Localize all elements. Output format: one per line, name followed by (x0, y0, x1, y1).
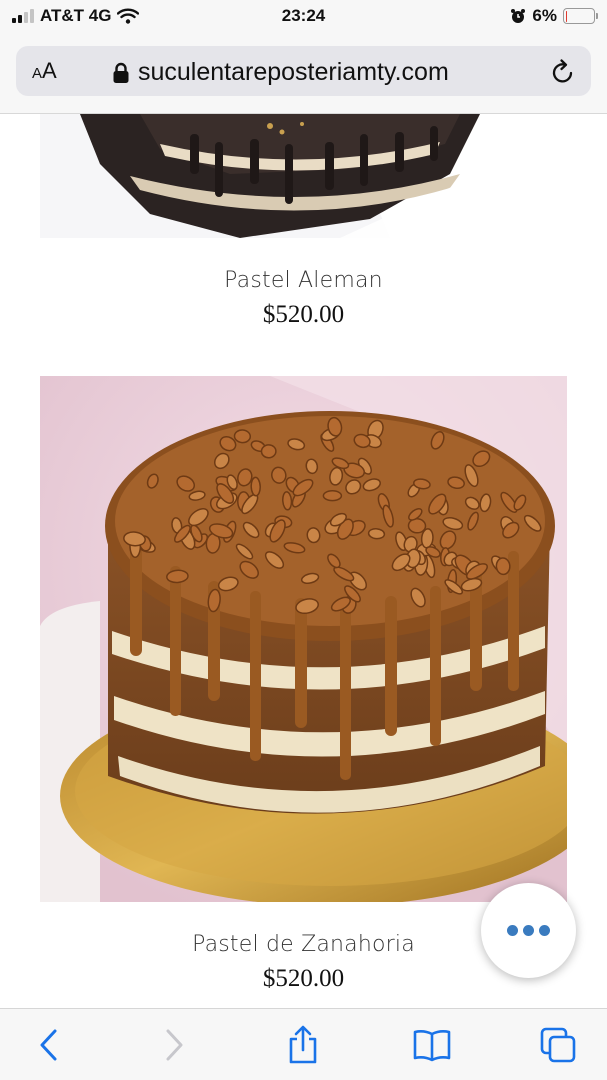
battery-level-fill (565, 10, 568, 22)
alarm-icon (511, 9, 526, 23)
more-dots-icon (507, 925, 518, 936)
pecan-decoration (322, 490, 343, 502)
product-price: $520.00 (262, 301, 345, 328)
forward-button[interactable] (152, 1023, 196, 1067)
chocolate-cake-image (40, 114, 567, 238)
lock-icon (113, 62, 129, 83)
pecan-decoration (367, 528, 386, 540)
battery-percent: 6% (532, 6, 557, 25)
product-card[interactable]: Pastel de Zanahoria $520.00 (40, 376, 567, 993)
pecan-decoration (260, 444, 277, 459)
url-display[interactable]: suculentareposteriamty.com (112, 58, 449, 87)
more-dots-icon (539, 925, 550, 936)
battery-icon (563, 8, 598, 24)
more-dots-icon (523, 925, 534, 936)
product-price: $520.00 (262, 965, 345, 992)
browser-address-area: AA suculentareposteriamty.com (0, 36, 607, 114)
share-button[interactable] (281, 1023, 325, 1067)
text-size-button[interactable]: AA (32, 58, 57, 84)
browser-toolbar (0, 1008, 607, 1080)
bookmarks-icon (413, 1030, 451, 1062)
pecan-decoration (233, 429, 252, 444)
product-image[interactable] (40, 114, 567, 238)
pecan-decoration (495, 557, 511, 576)
share-icon (289, 1025, 317, 1064)
product-name[interactable]: Pastel Aleman (40, 268, 567, 293)
address-bar[interactable]: AA suculentareposteriamty.com (16, 46, 591, 96)
back-button[interactable] (27, 1023, 71, 1067)
tabs-icon (540, 1027, 576, 1063)
forward-icon (166, 1029, 183, 1061)
status-right: 6% (510, 6, 598, 26)
pecan-decoration (282, 491, 293, 511)
reload-icon[interactable] (549, 58, 577, 86)
status-bar: AT&T 4G 23:24 6% (0, 0, 607, 36)
back-icon (40, 1029, 57, 1061)
product-image[interactable] (40, 376, 567, 902)
product-card[interactable]: Pastel Aleman $520.00 (40, 114, 567, 329)
text-size-small-label: A (32, 65, 43, 82)
bookmarks-button[interactable] (410, 1023, 454, 1067)
tabs-button[interactable] (536, 1023, 580, 1067)
carrot-cake-image (40, 376, 567, 902)
text-size-large-label: A (42, 58, 57, 83)
pecan-decoration (250, 476, 261, 497)
more-options-button[interactable] (481, 883, 576, 978)
url-text: suculentareposteriamty.com (138, 58, 449, 86)
page-content: Pastel Aleman $520.00 Pastel de Zanahori… (0, 114, 607, 1008)
